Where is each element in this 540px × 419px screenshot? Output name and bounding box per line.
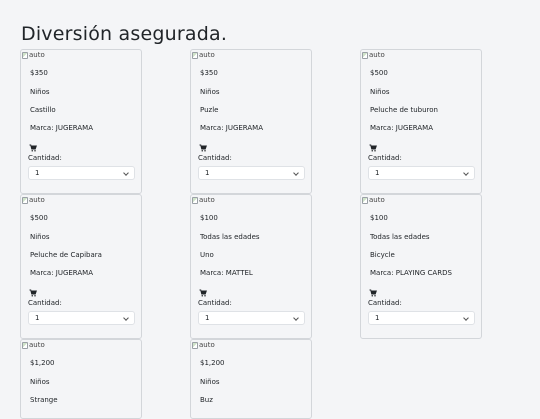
product-price: $500	[370, 69, 388, 77]
product-price: $350	[30, 69, 48, 77]
product-card: auto $100 Todas las edades Bicycle Marca…	[360, 194, 482, 339]
product-brand: Marca: MATTEL	[200, 269, 253, 277]
product-age: Niños	[370, 88, 390, 96]
quantity-label: Cantidad:	[368, 154, 402, 162]
product-image: auto	[22, 196, 45, 205]
broken-image-icon	[22, 342, 28, 349]
broken-image-icon	[22, 52, 28, 59]
broken-image-icon	[22, 197, 28, 204]
quantity-label: Cantidad:	[28, 299, 62, 307]
broken-image-icon	[192, 197, 198, 204]
product-card: auto $100 Todas las edades Uno Marca: MA…	[190, 194, 312, 339]
broken-image-icon	[192, 342, 198, 349]
product-brand: Marca: JUGERAMA	[30, 269, 94, 277]
product-card: auto $1,200 Niños Strange	[20, 339, 142, 419]
product-price: $350	[200, 69, 218, 77]
product-brand: Marca: PLAYING CARDS	[370, 269, 452, 277]
quantity-label: Cantidad:	[198, 299, 232, 307]
product-age: Niños	[30, 88, 50, 96]
product-image: auto	[362, 196, 385, 205]
product-image: auto	[22, 341, 45, 350]
cart-icon[interactable]	[369, 289, 377, 297]
chevron-down-icon	[463, 315, 469, 321]
product-brand: Marca: JUGERAMA	[370, 124, 434, 132]
product-age: Niños	[30, 378, 50, 386]
product-name: Uno	[200, 251, 214, 259]
quantity-label: Cantidad:	[368, 299, 402, 307]
product-image: auto	[192, 51, 215, 60]
product-age: Todas las edades	[370, 233, 430, 241]
product-name: Bicycle	[370, 251, 395, 259]
broken-image-icon	[362, 52, 368, 59]
quantity-select[interactable]: 1	[368, 311, 475, 325]
quantity-select[interactable]: 1	[198, 311, 305, 325]
product-name: Castillo	[30, 106, 56, 114]
cart-icon[interactable]	[199, 289, 207, 297]
product-card: auto $350 Niños Puzle Marca: JUGERAMA Ca…	[190, 49, 312, 194]
product-name: Strange	[30, 396, 58, 404]
product-image: auto	[192, 341, 215, 350]
product-card: auto $500 Niños Peluche de tuburon Marca…	[360, 49, 482, 194]
quantity-label: Cantidad:	[198, 154, 232, 162]
chevron-down-icon	[463, 170, 469, 176]
page-title: Diversión asegurada.	[21, 23, 228, 45]
product-price: $100	[370, 214, 388, 222]
quantity-select[interactable]: 1	[28, 166, 135, 180]
product-price: $1,200	[200, 359, 225, 367]
broken-image-icon	[362, 197, 368, 204]
quantity-select[interactable]: 1	[28, 311, 135, 325]
product-name: Peluche de Capibara	[30, 251, 102, 259]
product-brand: Marca: JUGERAMA	[30, 124, 94, 132]
broken-image-icon	[192, 52, 198, 59]
cart-icon[interactable]	[29, 289, 37, 297]
product-age: Niños	[200, 88, 220, 96]
product-image: auto	[362, 51, 385, 60]
product-card: auto $350 Niños Castillo Marca: JUGERAMA…	[20, 49, 142, 194]
quantity-select[interactable]: 1	[368, 166, 475, 180]
chevron-down-icon	[293, 170, 299, 176]
product-name: Puzle	[200, 106, 219, 114]
product-brand: Marca: JUGERAMA	[200, 124, 264, 132]
product-age: Niños	[30, 233, 50, 241]
product-price: $100	[200, 214, 218, 222]
product-price: $500	[30, 214, 48, 222]
cart-icon[interactable]	[369, 144, 377, 152]
product-name: Peluche de tuburon	[370, 106, 438, 114]
quantity-label: Cantidad:	[28, 154, 62, 162]
cart-icon[interactable]	[29, 144, 37, 152]
chevron-down-icon	[293, 315, 299, 321]
chevron-down-icon	[123, 315, 129, 321]
cart-icon[interactable]	[199, 144, 207, 152]
product-image: auto	[22, 51, 45, 60]
product-price: $1,200	[30, 359, 55, 367]
product-image: auto	[192, 196, 215, 205]
chevron-down-icon	[123, 170, 129, 176]
product-age: Todas las edades	[200, 233, 260, 241]
product-card: auto $1,200 Niños Buz	[190, 339, 312, 419]
product-name: Buz	[200, 396, 213, 404]
quantity-select[interactable]: 1	[198, 166, 305, 180]
product-age: Niños	[200, 378, 220, 386]
product-card: auto $500 Niños Peluche de Capibara Marc…	[20, 194, 142, 339]
